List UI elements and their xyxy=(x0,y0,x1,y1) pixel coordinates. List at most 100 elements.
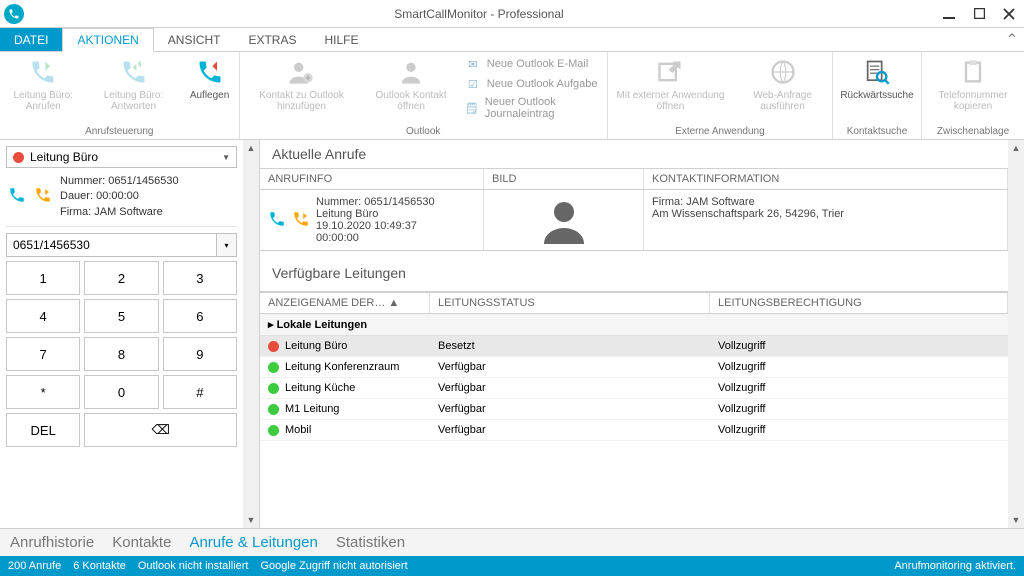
menu-tab-file[interactable]: DATEI xyxy=(0,28,62,51)
col-header-linestatus[interactable]: LEITUNGSSTATUS xyxy=(430,293,710,313)
col-header-linename[interactable]: ANZEIGENAME DER… ▲ xyxy=(260,293,430,313)
dialpad-6[interactable]: 6 xyxy=(163,299,237,333)
ribbon-btn-outlook-add[interactable]: Kontakt zu Outlook hinzufügen xyxy=(240,52,364,124)
line-permission: Vollzugriff xyxy=(710,420,1008,440)
ribbon-btn-outlook-open[interactable]: Outlook Kontakt öffnen xyxy=(363,52,458,124)
call-number: 0651/1456530 xyxy=(364,196,434,208)
outlook-add-contact-icon xyxy=(285,56,317,88)
current-calls-title: Aktuelle Anrufe xyxy=(260,140,1024,168)
col-header-lineperm[interactable]: LEITUNGSBERECHTIGUNG xyxy=(710,293,1008,313)
clipboard-icon xyxy=(957,56,989,88)
dialpad: 1 2 3 4 5 6 7 8 9 * 0 # DEL ⌫ xyxy=(6,261,237,447)
close-button[interactable] xyxy=(994,0,1024,28)
contact-address: Am Wissenschaftspark 26, 54296, Trier xyxy=(652,208,999,220)
dialpad-4[interactable]: 4 xyxy=(6,299,80,333)
line-row[interactable]: M1 LeitungVerfügbarVollzugriff xyxy=(260,399,1008,420)
bottom-tab-history[interactable]: Anrufhistorie xyxy=(10,534,94,551)
ribbon-group-outlook: Kontakt zu Outlook hinzufügen Outlook Ko… xyxy=(240,52,608,139)
line-row[interactable]: MobilVerfügbarVollzugriff xyxy=(260,420,1008,441)
menu-tab-ansicht[interactable]: ANSICHT xyxy=(154,28,235,51)
ribbon-btn-auflegen[interactable]: Auflegen xyxy=(181,52,239,124)
dial-history-button[interactable]: ▾ xyxy=(217,233,237,257)
minimize-button[interactable] xyxy=(934,0,964,28)
ribbon-item-label: Neue Outlook Aufgabe xyxy=(487,78,598,90)
ribbon-btn-label: Web-Anfrage ausführen xyxy=(739,90,826,112)
col-header-pic[interactable]: BILD xyxy=(484,169,644,189)
right-scrollbar[interactable]: ▲ ▼ xyxy=(1008,140,1024,528)
line-name: M1 Leitung xyxy=(285,403,339,415)
dialpad-backspace[interactable]: ⌫ xyxy=(84,413,237,447)
bottom-tab-contacts[interactable]: Kontakte xyxy=(112,534,171,551)
col-header-info[interactable]: ANRUFINFO xyxy=(260,169,484,189)
contact-company: JAM Software xyxy=(686,196,754,208)
ribbon-btn-label: Rückwärtssuche xyxy=(840,90,913,101)
dialpad-0[interactable]: 0 xyxy=(84,375,158,409)
ribbon-btn-label: Outlook Kontakt öffnen xyxy=(369,90,452,112)
scroll-down-icon[interactable]: ▼ xyxy=(1008,512,1024,528)
line-status: Verfügbar xyxy=(430,399,710,419)
dialpad-2[interactable]: 2 xyxy=(84,261,158,295)
status-outlook: Outlook nicht installiert xyxy=(138,560,249,572)
ribbon-btn-web-request[interactable]: Web-Anfrage ausführen xyxy=(733,52,832,124)
scroll-up-icon[interactable]: ▲ xyxy=(1008,140,1024,156)
line-permission: Vollzugriff xyxy=(710,357,1008,377)
col-header-contact[interactable]: KONTAKTINFORMATION xyxy=(644,169,1008,189)
reverse-lookup-icon xyxy=(861,56,893,88)
dialpad-3[interactable]: 3 xyxy=(163,261,237,295)
dialpad-1[interactable]: 1 xyxy=(6,261,80,295)
lines-group-header[interactable]: ▸ Lokale Leitungen xyxy=(260,314,1008,336)
ribbon-group-label: Externe Anwendung xyxy=(608,124,832,139)
ribbon-btn-antworten[interactable]: Leitung Büro: Antworten xyxy=(86,52,180,124)
status-dot-icon xyxy=(13,152,24,163)
available-lines-title: Verfügbare Leitungen xyxy=(260,259,1024,287)
menu-tab-extras[interactable]: EXTRAS xyxy=(234,28,310,51)
phone-answer-icon xyxy=(118,56,150,88)
dialpad-hash[interactable]: # xyxy=(163,375,237,409)
ribbon-item-label: Neuer Outlook Journaleintrag xyxy=(485,96,601,120)
line-selector[interactable]: Leitung Büro ▼ xyxy=(6,146,237,168)
line-row[interactable]: Leitung BüroBesetztVollzugriff xyxy=(260,336,1008,357)
dialpad-9[interactable]: 9 xyxy=(163,337,237,371)
status-google: Google Zugriff nicht autorisiert xyxy=(260,560,407,572)
ribbon-btn-copy-phone[interactable]: Telefonnummer kopieren xyxy=(922,52,1024,124)
available-lines-table: ANZEIGENAME DER… ▲ LEITUNGSSTATUS LEITUN… xyxy=(260,291,1008,528)
phone-outgoing-icon xyxy=(34,186,52,209)
summary-duration: 00:00:00 xyxy=(96,190,139,202)
external-app-icon xyxy=(654,56,686,88)
maximize-button[interactable] xyxy=(964,0,994,28)
dialpad-star[interactable]: * xyxy=(6,375,80,409)
menu-tab-aktionen[interactable]: AKTIONEN xyxy=(62,28,153,52)
line-row[interactable]: Leitung KücheVerfügbarVollzugriff xyxy=(260,378,1008,399)
ribbon-btn-label: Auflegen xyxy=(190,90,229,101)
bottom-tab-calls-lines[interactable]: Anrufe & Leitungen xyxy=(189,534,317,551)
menu-tab-hilfe[interactable]: HILFE xyxy=(310,28,372,51)
status-monitoring: Anrufmonitoring aktiviert. xyxy=(894,560,1016,572)
dialpad-5[interactable]: 5 xyxy=(84,299,158,333)
contact-company-label: Firma: xyxy=(652,196,683,208)
status-contacts: 6 Kontakte xyxy=(73,560,126,572)
line-permission: Vollzugriff xyxy=(710,336,1008,356)
ribbon-item-outlook-email[interactable]: ✉Neue Outlook E-Mail xyxy=(465,56,601,72)
scroll-down-icon[interactable]: ▼ xyxy=(243,512,259,528)
scroll-up-icon[interactable]: ▲ xyxy=(243,140,259,156)
dialpad-7[interactable]: 7 xyxy=(6,337,80,371)
ribbon-btn-external-open[interactable]: Mit externer Anwendung öffnen xyxy=(608,52,733,124)
dialpad-del[interactable]: DEL xyxy=(6,413,80,447)
dial-input[interactable] xyxy=(6,233,217,257)
ribbon-btn-anrufen[interactable]: Leitung Büro: Anrufen xyxy=(0,52,86,124)
ribbon-item-outlook-task[interactable]: ☑Neue Outlook Aufgabe xyxy=(465,76,601,92)
phone-outgoing-icon xyxy=(292,210,310,231)
status-dot-icon xyxy=(268,362,279,373)
left-scrollbar[interactable]: ▲ ▼ xyxy=(243,140,259,528)
line-row[interactable]: Leitung KonferenzraumVerfügbarVollzugrif… xyxy=(260,357,1008,378)
ribbon-item-outlook-journal[interactable]: 🗒 Neuer Outlook Journaleintrag xyxy=(465,96,601,120)
journal-icon: 🗒 xyxy=(465,100,479,116)
bottom-tab-stats[interactable]: Statistiken xyxy=(336,534,405,551)
ribbon-collapse-button[interactable]: ⌃ xyxy=(1000,28,1024,51)
ribbon-btn-reverse-lookup[interactable]: Rückwärtssuche xyxy=(833,52,921,124)
ribbon-btn-label: Leitung Büro: Antworten xyxy=(92,90,174,112)
dialpad-8[interactable]: 8 xyxy=(84,337,158,371)
ribbon-group-externe: Mit externer Anwendung öffnen Web-Anfrag… xyxy=(608,52,833,139)
app-icon xyxy=(4,4,24,24)
line-name: Leitung Konferenzraum xyxy=(285,361,399,373)
